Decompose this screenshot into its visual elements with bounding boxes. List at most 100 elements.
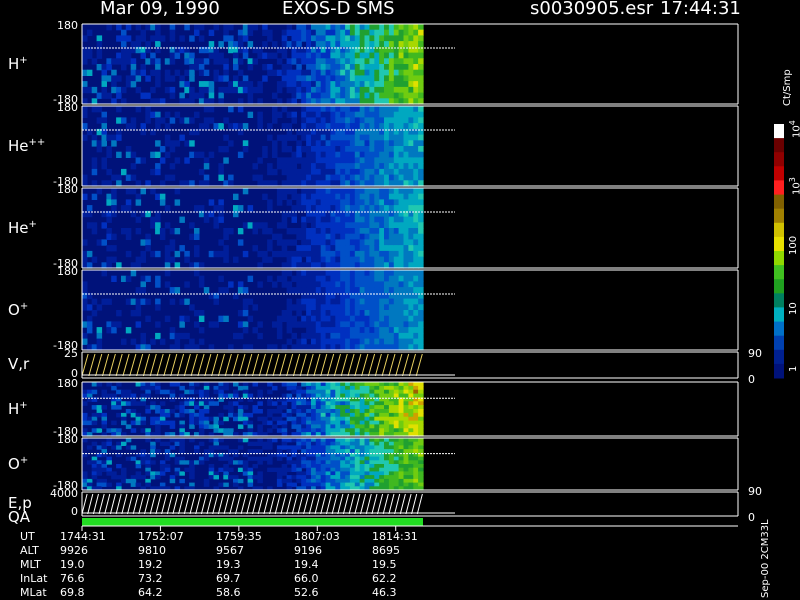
- spectrogram-cell: [130, 174, 137, 181]
- spectrogram-cell: [403, 174, 409, 181]
- spectrogram-cell: [125, 275, 132, 282]
- spectrogram-cell: [135, 471, 142, 476]
- spectrogram-cell: [159, 199, 166, 206]
- spectrogram-cell: [140, 298, 146, 305]
- spectrogram-cell: [330, 199, 336, 206]
- spectrogram-cell: [296, 275, 302, 282]
- spectrogram-cell: [179, 449, 185, 454]
- spectrogram-cell: [364, 24, 370, 31]
- spectrogram-cell: [364, 338, 370, 345]
- spectrogram-cell: [393, 416, 400, 422]
- spectrogram-cell: [349, 405, 356, 410]
- spectrogram-cell: [369, 222, 375, 229]
- spectrogram-cell: [393, 41, 400, 48]
- spectrogram-cell: [281, 163, 288, 170]
- spectrogram-cell: [398, 275, 405, 282]
- spectrogram-cell: [359, 81, 366, 88]
- spectrogram-cell: [267, 69, 273, 76]
- spectrogram-cell: [237, 310, 244, 317]
- spectrogram-cell: [130, 409, 137, 414]
- spectrogram-cell: [121, 58, 127, 65]
- spectrogram-cell: [242, 464, 249, 469]
- spectrogram-cell: [116, 24, 122, 31]
- spectrogram-cell: [398, 146, 405, 153]
- spectrogram-cell: [398, 475, 405, 480]
- spectrogram-cell: [330, 216, 336, 223]
- spectrogram-cell: [345, 382, 351, 387]
- spectrogram-cell: [330, 64, 336, 71]
- spectrogram-cell: [398, 199, 405, 206]
- spectrogram-cell: [393, 449, 400, 454]
- spectrogram-cell: [315, 338, 322, 345]
- spectrogram-cell: [184, 298, 190, 305]
- spectrogram-cell: [379, 92, 385, 99]
- spectrogram-cell: [301, 106, 307, 113]
- spectrogram-cell: [335, 41, 341, 48]
- spectrogram-cell: [374, 409, 380, 414]
- spectrogram-cell: [384, 460, 390, 465]
- spectrogram-cell: [311, 298, 317, 305]
- spectrogram-cell: [388, 146, 395, 153]
- spectrogram-cell: [325, 157, 332, 164]
- spectrogram-cell: [213, 205, 219, 212]
- spectrogram-cell: [276, 467, 283, 472]
- spectrogram-cell: [359, 270, 366, 277]
- spectrogram-cell: [359, 281, 366, 288]
- spectrogram-cell: [164, 315, 171, 322]
- spectrogram-cell: [130, 41, 137, 48]
- spectrogram-cell: [403, 157, 409, 164]
- spectrogram-cell: [242, 86, 249, 94]
- spectrogram-cell: [106, 438, 112, 443]
- spectrogram-cell: [237, 321, 244, 328]
- spectrogram-cell: [116, 151, 122, 158]
- spectrogram-cell: [208, 52, 215, 59]
- spectrogram-cell: [335, 111, 341, 118]
- spectrogram-cell: [194, 416, 200, 422]
- spectrogram-cell: [247, 41, 254, 48]
- spectrogram-cell: [418, 449, 424, 454]
- spectrogram-cell: [408, 24, 414, 31]
- spectrogram-cell: [296, 41, 302, 48]
- spectrogram-cell: [155, 75, 161, 82]
- spectrogram-cell: [189, 416, 195, 422]
- spectrogram-cell: [374, 222, 380, 229]
- spectrogram-cell: [301, 199, 307, 206]
- spectrogram-cell: [135, 24, 142, 31]
- spectrogram-cell: [237, 228, 244, 235]
- spectrogram-cell: [150, 69, 156, 76]
- spectrogram-cell: [408, 315, 414, 322]
- spectrogram-cell: [130, 401, 137, 406]
- spectrogram-cell: [306, 92, 312, 99]
- spectrogram-cell: [359, 233, 366, 240]
- spectrogram-cell: [418, 188, 424, 195]
- spectrogram-cell: [349, 58, 356, 65]
- spectrogram-cell: [291, 321, 297, 328]
- spectrogram-cell: [345, 256, 351, 263]
- spectrogram-cell: [413, 168, 419, 176]
- spectrogram-cell: [388, 482, 395, 487]
- spectrogram-cell: [393, 216, 400, 223]
- spectrogram-cell: [388, 106, 395, 113]
- spectrogram-cell: [276, 69, 283, 76]
- spectrogram-cell: [335, 332, 341, 340]
- spectrogram-cell: [340, 464, 346, 469]
- spectrogram-cell: [393, 315, 400, 322]
- spectrogram-cell: [276, 327, 283, 334]
- spectrogram-cell: [384, 123, 390, 130]
- spectrogram-cell: [384, 64, 390, 71]
- spectrogram-cell: [408, 233, 414, 240]
- spectrogram-cell: [301, 205, 307, 212]
- spectrogram-cell: [320, 416, 327, 422]
- spectrogram-cell: [252, 222, 258, 229]
- spectrogram-cell: [374, 315, 380, 322]
- spectrogram-cell: [101, 298, 107, 305]
- spectrogram-cell: [379, 405, 385, 410]
- spectrogram-cell: [413, 456, 419, 461]
- spectrogram-cell: [388, 287, 395, 294]
- spectrogram-cell: [349, 250, 356, 258]
- spectrogram-cell: [374, 174, 380, 181]
- spectrogram-cell: [82, 69, 88, 76]
- spectrogram-cell: [82, 393, 88, 399]
- spectrogram-cell: [296, 445, 302, 450]
- spectrogram-cell: [281, 106, 288, 113]
